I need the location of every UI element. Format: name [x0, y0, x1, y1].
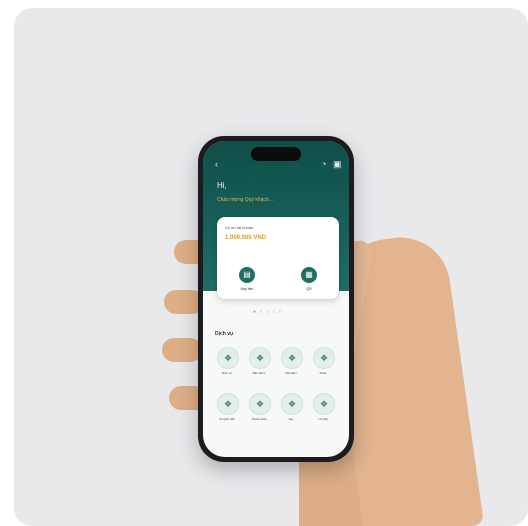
- service-label: Vay: [288, 417, 294, 421]
- services-title: Dịch vụ: [215, 331, 234, 337]
- greeting: Hi,: [217, 181, 227, 190]
- balance-value: 1.000.000 VND: [225, 235, 267, 241]
- service-icon[interactable]: ❖: [313, 347, 335, 369]
- welcome-banner: Chào mừng Quý khách...: [217, 197, 273, 203]
- phone-screen: ‹ ◔ ▣ Hi, Chào mừng Quý khách... Số dư t…: [203, 141, 349, 457]
- service-label: Tiết kiệm: [284, 371, 298, 375]
- service-icon[interactable]: ❖: [281, 393, 303, 415]
- pager-dots: ● ○ ○ ○ ○: [253, 309, 283, 315]
- balance-label: Số dư tài khoản: [225, 225, 254, 230]
- service-icon[interactable]: ❖: [217, 347, 239, 369]
- service-icon[interactable]: ❖: [249, 347, 271, 369]
- service-icon[interactable]: ❖: [249, 393, 271, 415]
- service-icon[interactable]: ❖: [281, 347, 303, 369]
- card-icon[interactable]: ▤: [239, 267, 255, 283]
- dynamic-island: [251, 147, 301, 161]
- background-card: ‹ ◔ ▣ Hi, Chào mừng Quý khách... Số dư t…: [14, 8, 528, 526]
- qr-icon[interactable]: ▦: [301, 267, 317, 283]
- finger: [162, 338, 202, 362]
- service-label: Thanh toán: [251, 417, 267, 421]
- action-label: QR: [306, 287, 312, 291]
- action-label: Nạp tiền: [240, 287, 254, 291]
- service-label: Dịch vụ: [221, 371, 232, 375]
- bell-icon[interactable]: ◔: [321, 159, 326, 169]
- service-label: Khác: [319, 371, 327, 375]
- menu-icon[interactable]: ▣: [333, 159, 342, 170]
- service-label: Bảo hiểm: [252, 371, 266, 375]
- back-icon[interactable]: ‹: [215, 159, 218, 169]
- service-label: Chuyển tiền: [218, 417, 235, 421]
- phone: ‹ ◔ ▣ Hi, Chào mừng Quý khách... Số dư t…: [198, 136, 354, 462]
- service-icon[interactable]: ❖: [217, 393, 239, 415]
- service-icon[interactable]: ❖: [313, 393, 335, 415]
- balance-card: Số dư tài khoản 1.000.000 VND ▤ Nạp tiền…: [217, 217, 339, 299]
- service-label: Ưu đãi: [318, 417, 328, 421]
